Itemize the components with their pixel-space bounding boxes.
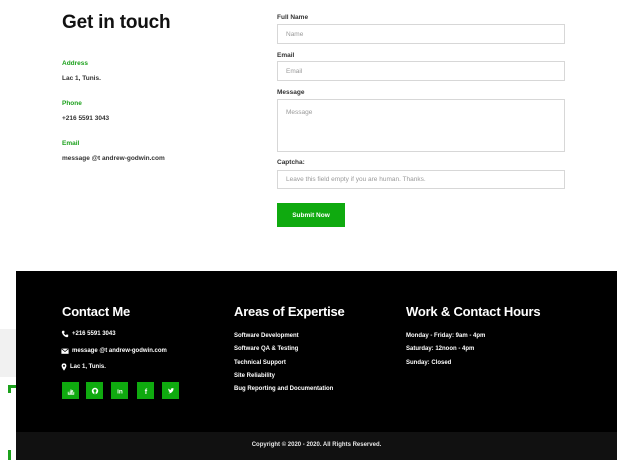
address-label: Address — [62, 60, 89, 67]
email-value: message @t andrew-godwin.com — [62, 155, 165, 162]
footer-location: Lac 1, Tunis. — [70, 364, 106, 370]
facebook-button[interactable]: f — [137, 382, 154, 399]
facebook-icon: f — [144, 387, 147, 395]
github-button[interactable] — [86, 382, 103, 399]
twitter-icon — [167, 387, 174, 393]
expertise-item[interactable]: Bug Reporting and Documentation — [234, 386, 333, 392]
linkedin-icon: in — [117, 388, 123, 395]
left-accent-mark-h — [8, 385, 16, 388]
hours-item: Saturday: 12noon - 4pm — [406, 346, 475, 352]
hours-item: Sunday: Closed — [406, 360, 452, 366]
email-label: Email — [62, 140, 80, 147]
github-icon — [91, 387, 98, 394]
svg-text:f: f — [144, 387, 147, 395]
phone-icon — [61, 330, 69, 338]
captcha-label: Captcha: — [277, 159, 305, 166]
fullname-label: Full Name — [277, 14, 309, 21]
expertise-item[interactable]: Site Reliability — [234, 373, 275, 379]
message-textarea[interactable] — [277, 99, 565, 152]
footer-contact-heading: Contact Me — [62, 304, 131, 319]
footer-hours-heading: Work & Contact Hours — [406, 304, 541, 319]
linkedin-button[interactable]: in — [111, 382, 128, 399]
twitter-button[interactable] — [162, 382, 179, 399]
stackoverflow-button[interactable] — [62, 382, 79, 399]
stackoverflow-icon — [67, 388, 74, 395]
fullname-input[interactable] — [277, 24, 565, 44]
svg-text:in: in — [117, 388, 123, 395]
submit-button[interactable]: Submit Now — [277, 203, 345, 227]
email-input[interactable] — [277, 61, 565, 81]
map-marker-icon — [61, 363, 67, 371]
page-title: Get in touch — [62, 12, 171, 33]
footer-email: message @t andrew-godwin.com — [72, 348, 167, 354]
expertise-item[interactable]: Software Development — [234, 333, 299, 339]
hours-item: Monday - Friday: 9am - 4pm — [406, 333, 486, 339]
message-label: Message — [277, 89, 305, 96]
phone-value: +216 5591 3043 — [62, 115, 110, 122]
left-panel-edge — [0, 329, 16, 377]
footer-phone: +216 5591 3043 — [72, 331, 116, 337]
address-value: Lac 1, Tunis. — [62, 75, 101, 82]
phone-label: Phone — [62, 100, 82, 107]
email-field-label: Email — [277, 52, 295, 59]
copyright-text: Copyright © 2020 - 2020. All Rights Rese… — [251, 442, 382, 448]
left-accent-mark-bottom — [8, 450, 11, 460]
expertise-item[interactable]: Software QA & Testing — [234, 346, 298, 352]
expertise-item[interactable]: Technical Support — [234, 360, 286, 366]
envelope-icon — [61, 348, 69, 354]
footer-expertise-heading: Areas of Expertise — [234, 304, 345, 319]
captcha-input[interactable] — [277, 170, 565, 189]
